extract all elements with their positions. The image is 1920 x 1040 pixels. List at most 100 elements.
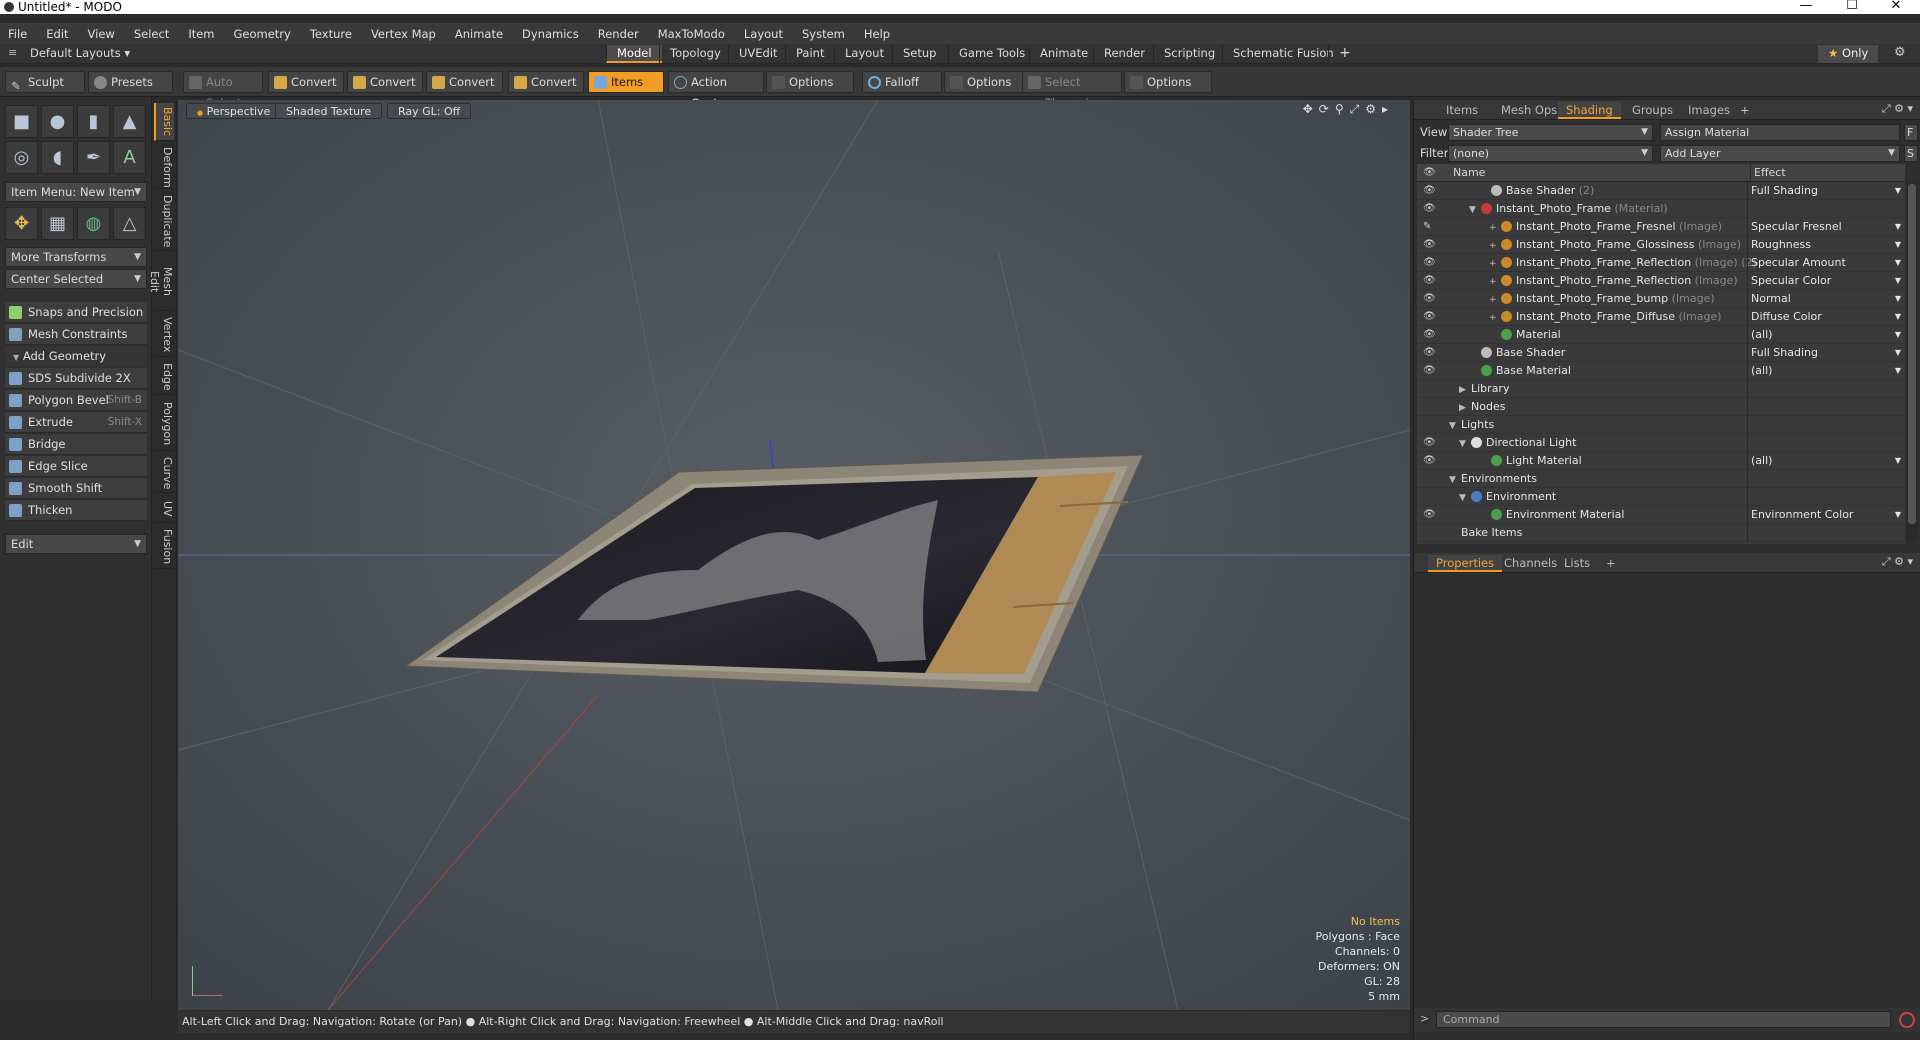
vtab-deform[interactable]: Deform [154, 143, 174, 189]
menu-geometry[interactable]: Geometry [234, 27, 291, 41]
tab-uvedit[interactable]: UVEdit [728, 45, 788, 63]
thicken-button[interactable]: Thicken [5, 500, 147, 521]
snaps-and-precision-button[interactable]: Snaps and Precision [5, 302, 147, 323]
shader-tree-row[interactable]: 👁 ▼ Instant_Photo_Frame (Material) [1417, 200, 1905, 218]
visibility-eye-icon[interactable]: 👁 [1423, 344, 1436, 362]
shader-tree-item[interactable]: Environment Material [1479, 506, 1624, 524]
visibility-eye-icon[interactable]: 👁 [1423, 200, 1436, 218]
expand-toggle-icon[interactable]: ▼ [1449, 471, 1459, 489]
vtab-uv[interactable]: UV [154, 495, 174, 523]
menu-vertex-map[interactable]: Vertex Map [371, 27, 436, 41]
shader-tree-item[interactable]: Base Shader (2) [1479, 182, 1594, 200]
menu-system[interactable]: System [802, 27, 845, 41]
effect-cell[interactable]: Environment Color ▼ [1747, 506, 1905, 524]
tab-topology[interactable]: Topology [659, 45, 731, 63]
tab-model[interactable]: Model [606, 45, 662, 63]
menu-view[interactable]: View [88, 27, 115, 41]
menu-layout[interactable]: Layout [744, 27, 783, 41]
mesh-constraints-button[interactable]: Mesh Constraints [5, 324, 147, 345]
convert-vertices-button[interactable]: Convert [268, 71, 344, 93]
add-layout-tab-button[interactable]: + [1328, 45, 1361, 63]
visibility-eye-icon[interactable]: 👁 [1423, 452, 1436, 470]
shader-tree-item[interactable]: + Instant_Photo_Frame_bump (Image) [1489, 290, 1715, 309]
tab-groups[interactable]: Groups [1624, 102, 1681, 119]
vtab-basic[interactable]: Basic [154, 103, 174, 141]
expand-toggle-icon[interactable]: + [1489, 291, 1499, 309]
effect-dropdown-arrow-icon[interactable]: ▼ [1895, 182, 1901, 200]
falloff-button[interactable]: Falloff [862, 71, 942, 93]
effect-dropdown-arrow-icon[interactable]: ▼ [1895, 254, 1901, 272]
menu-maxtomodo[interactable]: MaxToModo [658, 27, 725, 41]
shader-tree-item[interactable]: ▼ Environments [1449, 470, 1537, 489]
shader-tree-item[interactable]: Base Material [1469, 362, 1571, 380]
menu-file[interactable]: File [8, 27, 27, 41]
shader-tree-row[interactable]: 👁 + Instant_Photo_Frame_Reflection (Image)… [1417, 254, 1905, 272]
shader-tree-row[interactable]: 👁 Base Shader Full Shading ▼ [1417, 344, 1905, 362]
shader-tree-row[interactable]: ▼ Environments [1417, 470, 1905, 488]
vtab-polygon[interactable]: Polygon [154, 397, 174, 451]
expand-toggle-icon[interactable]: + [1489, 309, 1499, 327]
vtab-edge[interactable]: Edge [154, 359, 174, 395]
effect-dropdown-arrow-icon[interactable]: ▼ [1895, 236, 1901, 254]
pen-tool-icon[interactable]: ✒ [77, 141, 110, 174]
add-tab-button[interactable]: + [1732, 102, 1758, 119]
shader-tree-row[interactable]: ▼ Environment [1417, 488, 1905, 506]
shader-tree-row[interactable]: ✎ + Instant_Photo_Frame_Fresnel (Image) Spe… [1417, 218, 1905, 236]
expand-toggle-icon[interactable]: ▶ [1459, 399, 1469, 417]
shader-tree-row[interactable]: ▶ Library [1417, 380, 1905, 398]
vtab-vertex[interactable]: Vertex [154, 313, 174, 357]
transform-gizmo-icon[interactable]: ✥ [5, 207, 38, 240]
menu-help[interactable]: Help [864, 27, 890, 41]
expand-toggle-icon[interactable]: + [1489, 219, 1499, 237]
polygon-bevel-button[interactable]: Polygon Bevel Shift-B [5, 390, 147, 411]
effect-dropdown-arrow-icon[interactable]: ▼ [1895, 308, 1901, 326]
tab-images[interactable]: Images [1680, 102, 1738, 119]
shader-tree-item[interactable]: + Instant_Photo_Frame_Reflection (Image) … [1489, 254, 1757, 273]
close-button[interactable]: ✕ [1876, 0, 1916, 14]
panel-options-icon[interactable]: ⤢ ⚙ ▾ [1882, 102, 1913, 116]
extrude-button[interactable]: Extrude Shift-X [5, 412, 147, 433]
add-layer-s-button[interactable]: S [1904, 145, 1918, 162]
add-layer-dropdown[interactable]: Add Layer ▼ [1660, 145, 1900, 162]
convert-polygons-button[interactable]: Convert [426, 71, 503, 93]
effect-dropdown-arrow-icon[interactable]: ▼ [1895, 344, 1901, 362]
effect-cell[interactable]: Full Shading ▼ [1747, 182, 1905, 200]
vtab-duplicate[interactable]: Duplicate [154, 191, 174, 251]
menu-texture[interactable]: Texture [310, 27, 352, 41]
expand-toggle-icon[interactable]: ▶ [1459, 381, 1469, 399]
effect-dropdown-arrow-icon[interactable]: ▼ [1895, 290, 1901, 308]
cylinder-icon[interactable]: ▮ [77, 105, 110, 138]
expand-toggle-icon[interactable]: + [1489, 273, 1499, 291]
shader-tree-scrollbar[interactable] [1907, 182, 1917, 542]
capsule-icon[interactable]: ◖ [41, 141, 74, 174]
shader-tree-row[interactable]: 👁 Environment Material Environment Color ▼ [1417, 506, 1905, 524]
minimize-button[interactable]: — [1786, 0, 1826, 14]
add-properties-tab-button[interactable]: + [1598, 555, 1624, 572]
shading-mode-button[interactable]: Shaded Texture [275, 103, 383, 119]
visibility-eye-icon[interactable]: 👁 [1423, 362, 1436, 380]
visibility-eye-icon[interactable]: 👁 [1423, 236, 1436, 254]
shader-tree-row[interactable]: ▶ Nodes [1417, 398, 1905, 416]
vtab-mesh-edit[interactable]: Mesh Edit [148, 253, 174, 311]
raygl-button[interactable]: Ray GL: Off [387, 103, 472, 119]
shader-tree-row[interactable]: 👁 ▼ Directional Light [1417, 434, 1905, 452]
menu-dynamics[interactable]: Dynamics [522, 27, 579, 41]
expand-toggle-icon[interactable]: ▼ [1459, 435, 1469, 453]
tab-lists[interactable]: Lists [1556, 555, 1598, 572]
expand-toggle-icon[interactable]: ▼ [1459, 489, 1469, 507]
sds-subdivide-button[interactable]: SDS Subdivide 2X [5, 368, 147, 389]
globe-icon[interactable]: ◍ [77, 207, 110, 240]
shader-tree-item[interactable]: ▶ Library [1459, 380, 1509, 399]
shader-tree-row[interactable]: 👁 + Instant_Photo_Frame_Reflection (Image)… [1417, 272, 1905, 290]
tab-channels[interactable]: Channels [1496, 555, 1565, 572]
effect-cell[interactable]: Specular Amount ▼ [1747, 254, 1905, 272]
shader-tree-item[interactable]: + Instant_Photo_Frame_Glossiness (Image) [1489, 236, 1741, 255]
view-dropdown[interactable]: Shader Tree ▼ [1448, 124, 1653, 141]
effect-column-header[interactable]: Effect [1750, 164, 1786, 182]
menu-select[interactable]: Select [134, 27, 169, 41]
tab-mesh-ops[interactable]: Mesh Ops [1493, 102, 1565, 119]
bridge-button[interactable]: Bridge [5, 434, 147, 455]
maximize-button[interactable]: ☐ [1832, 0, 1872, 14]
tab-paint[interactable]: Paint [785, 45, 834, 63]
shader-tree-item[interactable]: + Instant_Photo_Frame_Reflection (Image) [1489, 272, 1738, 291]
